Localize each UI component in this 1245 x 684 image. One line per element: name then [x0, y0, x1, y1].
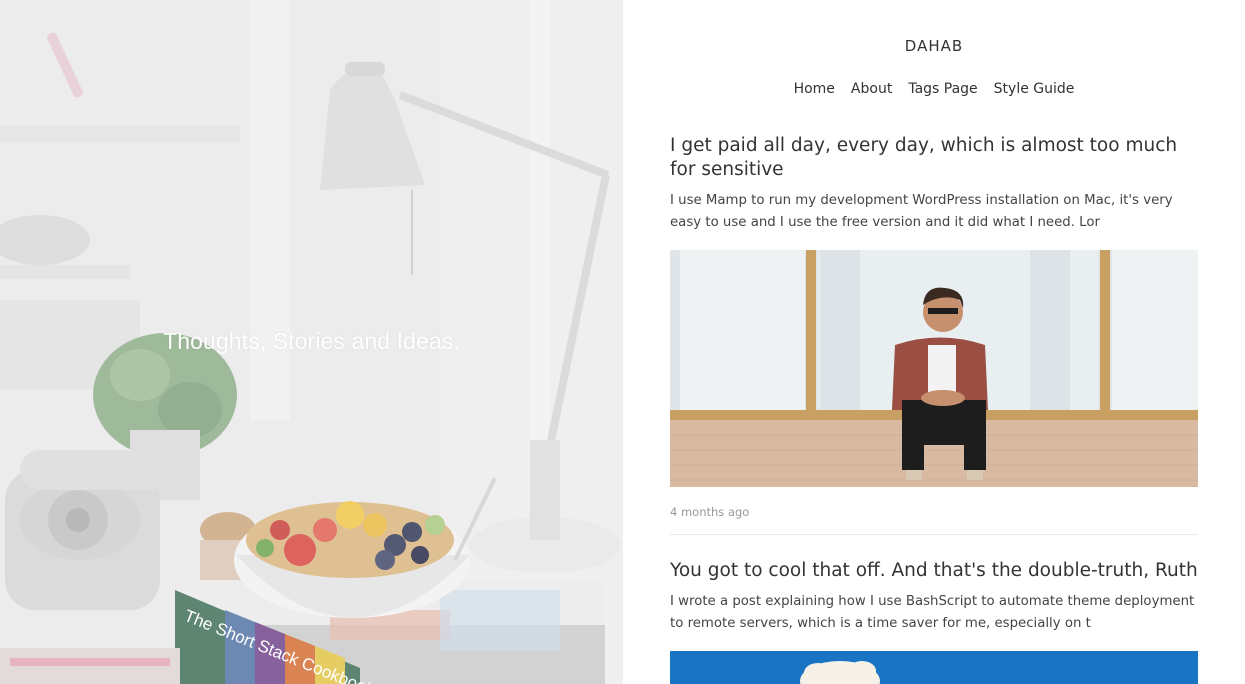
nav-item-about[interactable]: About: [851, 81, 892, 97]
post-card: I get paid all day, every day, which is …: [670, 134, 1198, 535]
post-excerpt: I use Mamp to run my development WordPre…: [670, 193, 1173, 230]
hero-tagline: Thoughts, Stories and Ideas.: [163, 328, 460, 354]
post-date: 4 months ago: [670, 505, 750, 519]
post-title[interactable]: You got to cool that off. And that's the…: [670, 559, 1198, 583]
nav-item-home[interactable]: Home: [794, 81, 835, 97]
hero-panel: The Short Stack Cookbook Thoughts, Stori…: [0, 0, 623, 684]
post-image[interactable]: [670, 250, 1198, 487]
post-excerpt: I wrote a post explaining how I use Bash…: [670, 594, 1195, 631]
nav-item-style-guide[interactable]: Style Guide: [994, 81, 1075, 97]
site-title[interactable]: DAHAB: [623, 37, 1245, 55]
post-divider: [670, 534, 1198, 535]
post-card: You got to cool that off. And that's the…: [670, 559, 1198, 684]
nav-item-tags-page[interactable]: Tags Page: [908, 81, 977, 97]
main-nav: Home About Tags Page Style Guide: [623, 81, 1245, 97]
post-title[interactable]: I get paid all day, every day, which is …: [670, 134, 1198, 182]
post-image[interactable]: [670, 651, 1198, 684]
blog-panel: DAHAB Home About Tags Page Style Guide I…: [623, 0, 1245, 684]
